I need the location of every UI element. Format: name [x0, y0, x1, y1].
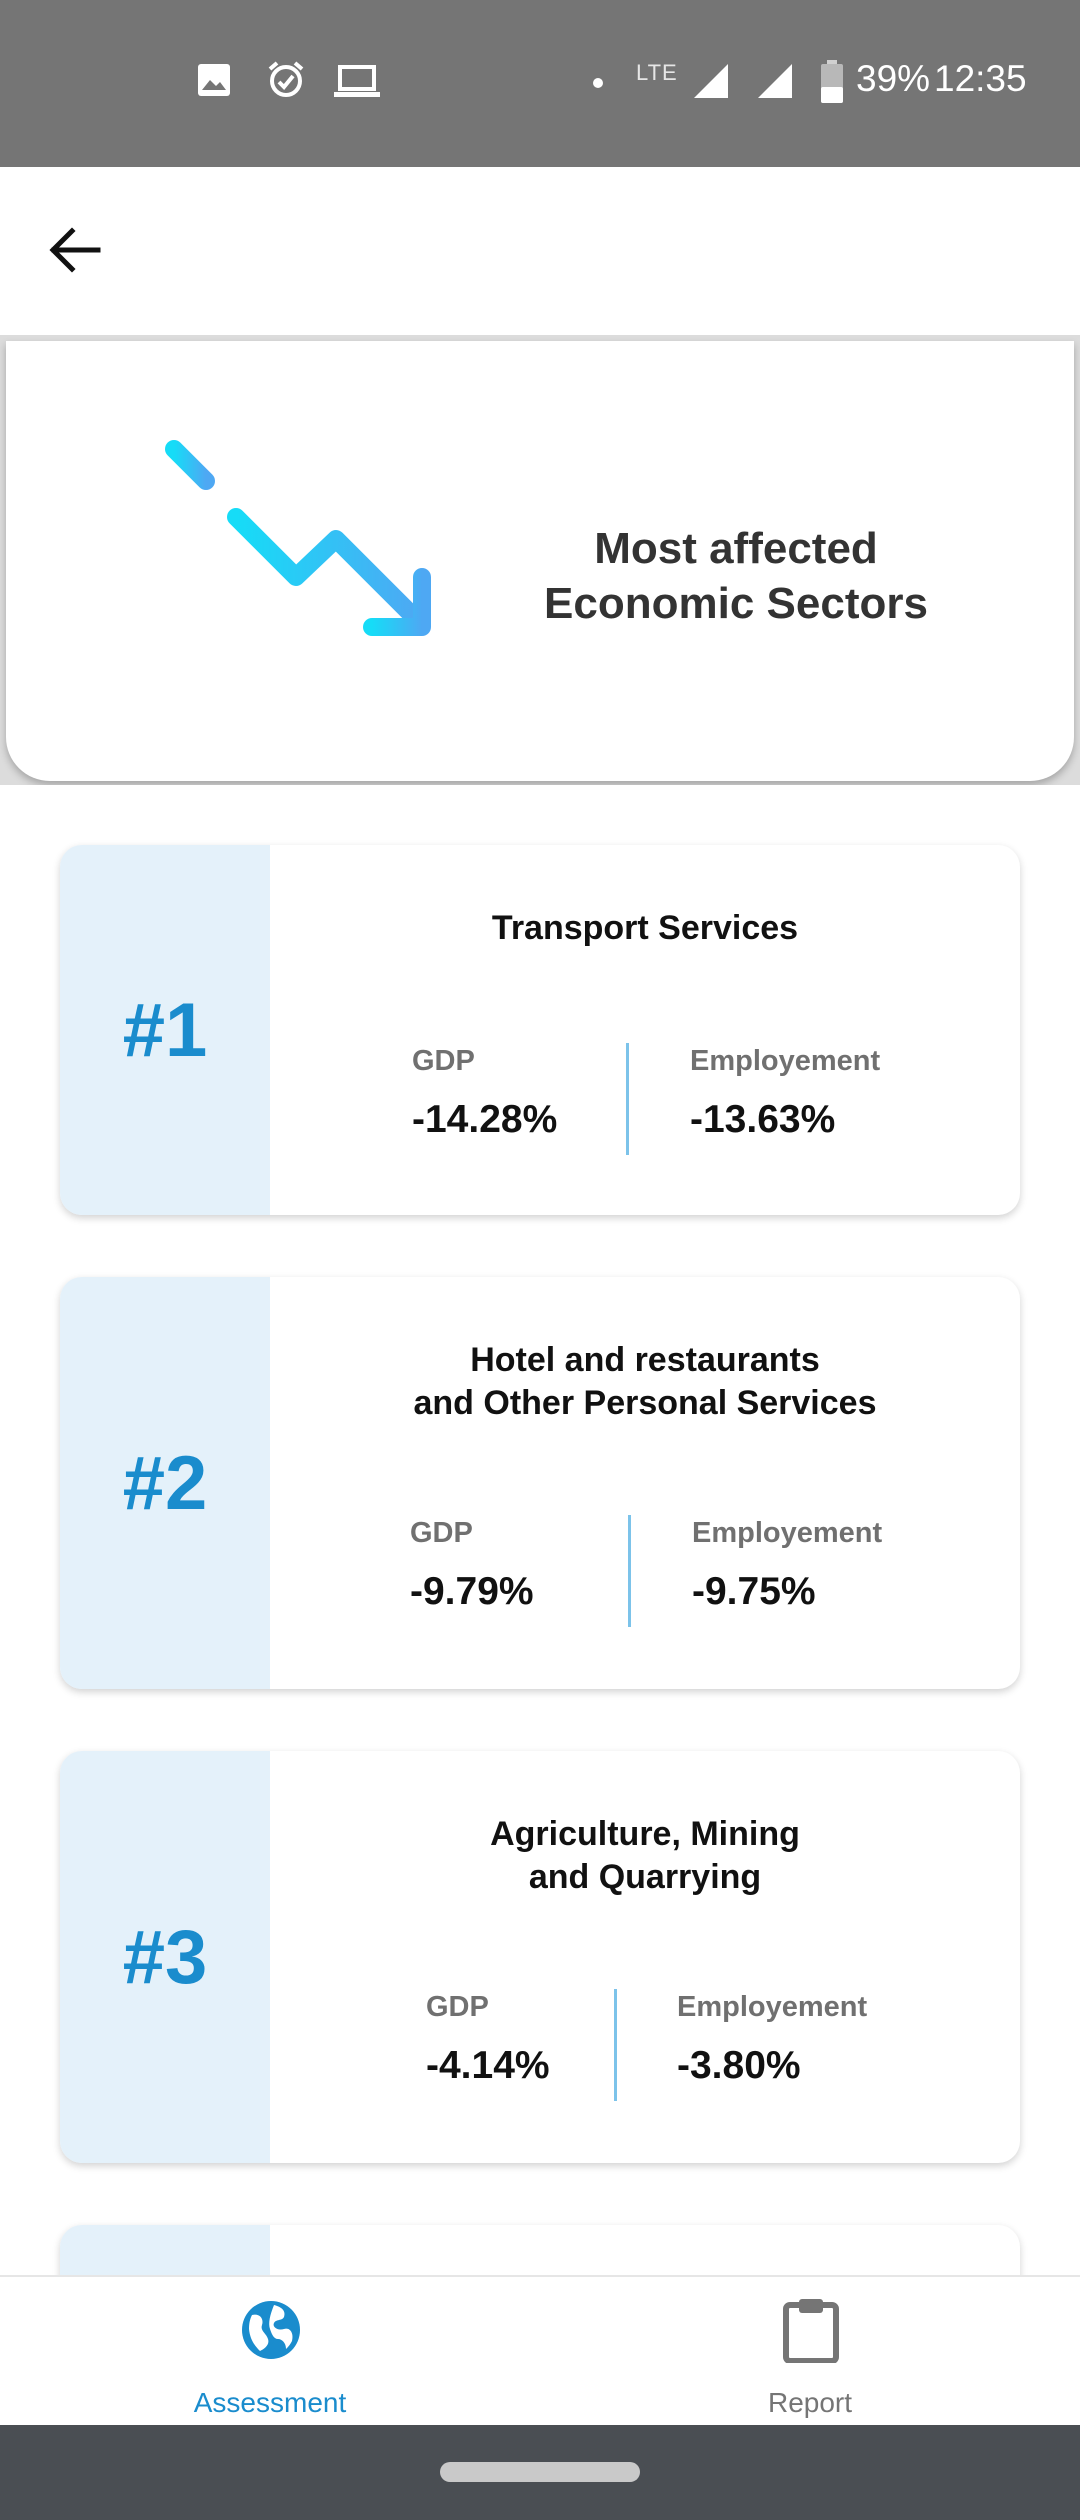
gdp-value: -9.79% — [410, 1570, 534, 1613]
sector-name-line1: Transport Services — [491, 909, 799, 947]
header-section: Most affected Economic Sectors — [0, 335, 1080, 785]
employment-value: -9.75% — [692, 1570, 816, 1613]
page-title-line2: Economic Sectors — [544, 579, 928, 628]
status-bar: LTE 39% 12:35 — [0, 0, 1080, 167]
page-title-line1: Most affected — [594, 524, 878, 573]
image-icon — [196, 62, 232, 103]
sector-name: Hotel and restaurants and Other Personal… — [270, 1339, 1020, 1425]
home-gesture-handle[interactable] — [440, 2462, 640, 2482]
sector-card-2[interactable]: #2 Hotel and restaurants and Other Perso… — [60, 1277, 1020, 1689]
sector-name: Transport Services — [270, 907, 1020, 950]
sector-name-line1: Hotel and restaurants — [470, 1341, 820, 1379]
gdp-label: GDP — [412, 1045, 475, 1077]
gdp-value: -4.14% — [426, 2044, 550, 2087]
gdp-metric: GDP -4.14% — [426, 1991, 550, 2088]
employment-metric: Employement -3.80% — [677, 1991, 867, 2088]
gdp-label: GDP — [410, 1517, 473, 1549]
rank-panel — [60, 2225, 270, 2275]
sector-name-line1: Agriculture, Mining — [490, 1815, 800, 1853]
clipboard-icon — [780, 2297, 842, 2368]
signal-icon — [756, 62, 794, 105]
nav-label-report: Report — [767, 2387, 853, 2418]
employment-label: Employement — [677, 1991, 868, 2023]
network-type: LTE — [636, 60, 678, 85]
gdp-label: GDP — [426, 1991, 489, 2023]
metric-divider — [626, 1043, 629, 1155]
sector-list: #1 Transport Services GDP -14.28% Employ… — [0, 785, 1080, 2275]
alarm-icon — [266, 60, 306, 105]
clock: 12:35 — [934, 58, 1027, 99]
metric-divider — [628, 1515, 631, 1627]
battery-icon — [820, 60, 844, 109]
gdp-metric: GDP -14.28% — [412, 1045, 557, 1142]
rank-panel: #1 — [60, 845, 270, 1215]
arrow-left-icon — [48, 223, 102, 282]
nav-item-report[interactable]: Report — [540, 2277, 1080, 2427]
laptop-icon — [334, 64, 380, 103]
employment-label: Employement — [692, 1517, 883, 1549]
employment-metric: Employement -9.75% — [692, 1517, 882, 1614]
app-bar — [0, 167, 1080, 335]
sector-name: Agriculture, Mining and Quarrying — [270, 1813, 1020, 1899]
page-title: Most affected Economic Sectors — [476, 521, 996, 631]
sector-name-line2: and Quarrying — [528, 1858, 762, 1896]
chart-decline-icon — [158, 435, 448, 720]
rank-label: #2 — [122, 1440, 208, 1526]
bottom-navigation: Assessment Report — [0, 2275, 1080, 2425]
sector-card-3[interactable]: #3 Agriculture, Mining and Quarrying GDP… — [60, 1751, 1020, 2163]
rank-label: #1 — [122, 987, 208, 1073]
gdp-metric: GDP -9.79% — [410, 1517, 534, 1614]
system-navigation-bar — [0, 2425, 1080, 2520]
employment-metric: Employement -13.63% — [690, 1045, 880, 1142]
dot-icon — [592, 76, 604, 94]
globe-icon — [240, 2299, 302, 2366]
sector-card-4[interactable] — [60, 2225, 1020, 2275]
employment-value: -13.63% — [690, 1098, 836, 1141]
rank-label: #3 — [122, 1914, 208, 2000]
sector-name-line2: and Other Personal Services — [413, 1384, 877, 1422]
nav-label-assessment: Assessment — [193, 2387, 347, 2418]
metric-divider — [614, 1989, 617, 2101]
rank-panel: #3 — [60, 1751, 270, 2163]
header-card: Most affected Economic Sectors — [6, 341, 1074, 781]
sector-card-1[interactable]: #1 Transport Services GDP -14.28% Employ… — [60, 845, 1020, 1215]
battery-percent: 39% — [856, 58, 931, 99]
back-button[interactable] — [40, 217, 110, 287]
employment-label: Employement — [690, 1045, 881, 1077]
signal-icon — [692, 62, 730, 105]
nav-item-assessment[interactable]: Assessment — [0, 2277, 540, 2427]
rank-panel: #2 — [60, 1277, 270, 1689]
gdp-value: -14.28% — [412, 1098, 558, 1141]
employment-value: -3.80% — [677, 2044, 801, 2087]
